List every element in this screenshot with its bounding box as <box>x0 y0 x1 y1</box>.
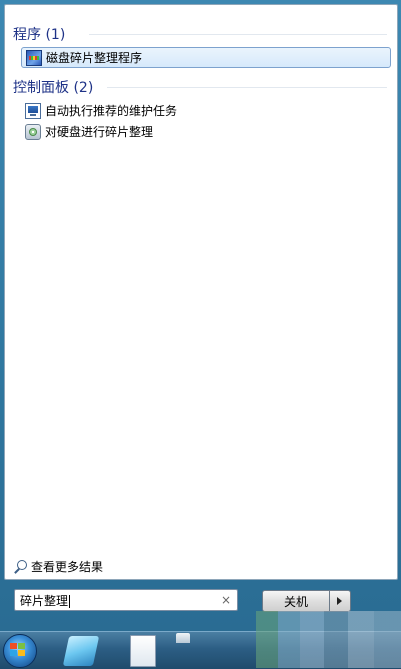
shutdown-button[interactable]: 关机 <box>262 590 330 612</box>
taskbar-app-notes-icon[interactable] <box>62 636 100 666</box>
result-label: 自动执行推荐的维护任务 <box>45 104 178 118</box>
result-label: 对硬盘进行碎片整理 <box>45 125 154 139</box>
windows-logo-icon <box>10 643 26 657</box>
see-more-label: 查看更多结果 <box>31 560 104 574</box>
programs-divider <box>89 34 387 35</box>
see-more-results-link[interactable]: 查看更多结果 <box>13 558 103 575</box>
blurred-tray-area <box>256 611 401 668</box>
clear-search-icon[interactable]: × <box>219 593 233 607</box>
control-panel-group-header[interactable]: 控制面板 (2) <box>13 77 93 97</box>
result-defrag-hard-disk[interactable]: 对硬盘进行碎片整理 <box>21 121 153 142</box>
defrag-disk-icon <box>25 123 41 140</box>
search-results-panel: 程序 (1) 磁盘碎片整理程序 控制面板 (2) 自动执行推荐的维护任务 对硬盘… <box>4 4 398 580</box>
disk-defragmenter-icon <box>26 49 42 66</box>
taskbar-app-document-icon[interactable] <box>130 635 156 667</box>
programs-group-header[interactable]: 程序 (1) <box>13 24 65 44</box>
result-disk-defragmenter[interactable]: 磁盘碎片整理程序 <box>21 47 391 68</box>
control-panel-divider <box>107 87 387 88</box>
result-maintenance-tasks[interactable]: 自动执行推荐的维护任务 <box>21 100 177 121</box>
shutdown-options-arrow-icon[interactable] <box>330 590 351 612</box>
magnifier-icon <box>13 559 27 574</box>
result-label: 磁盘碎片整理程序 <box>46 51 143 65</box>
text-caret <box>69 594 71 608</box>
search-query-text: 碎片整理 <box>20 593 69 608</box>
start-search-input[interactable]: 碎片整理 × <box>14 589 238 611</box>
taskbar-app-tab-icon[interactable] <box>176 633 190 643</box>
maintenance-icon <box>25 102 41 119</box>
